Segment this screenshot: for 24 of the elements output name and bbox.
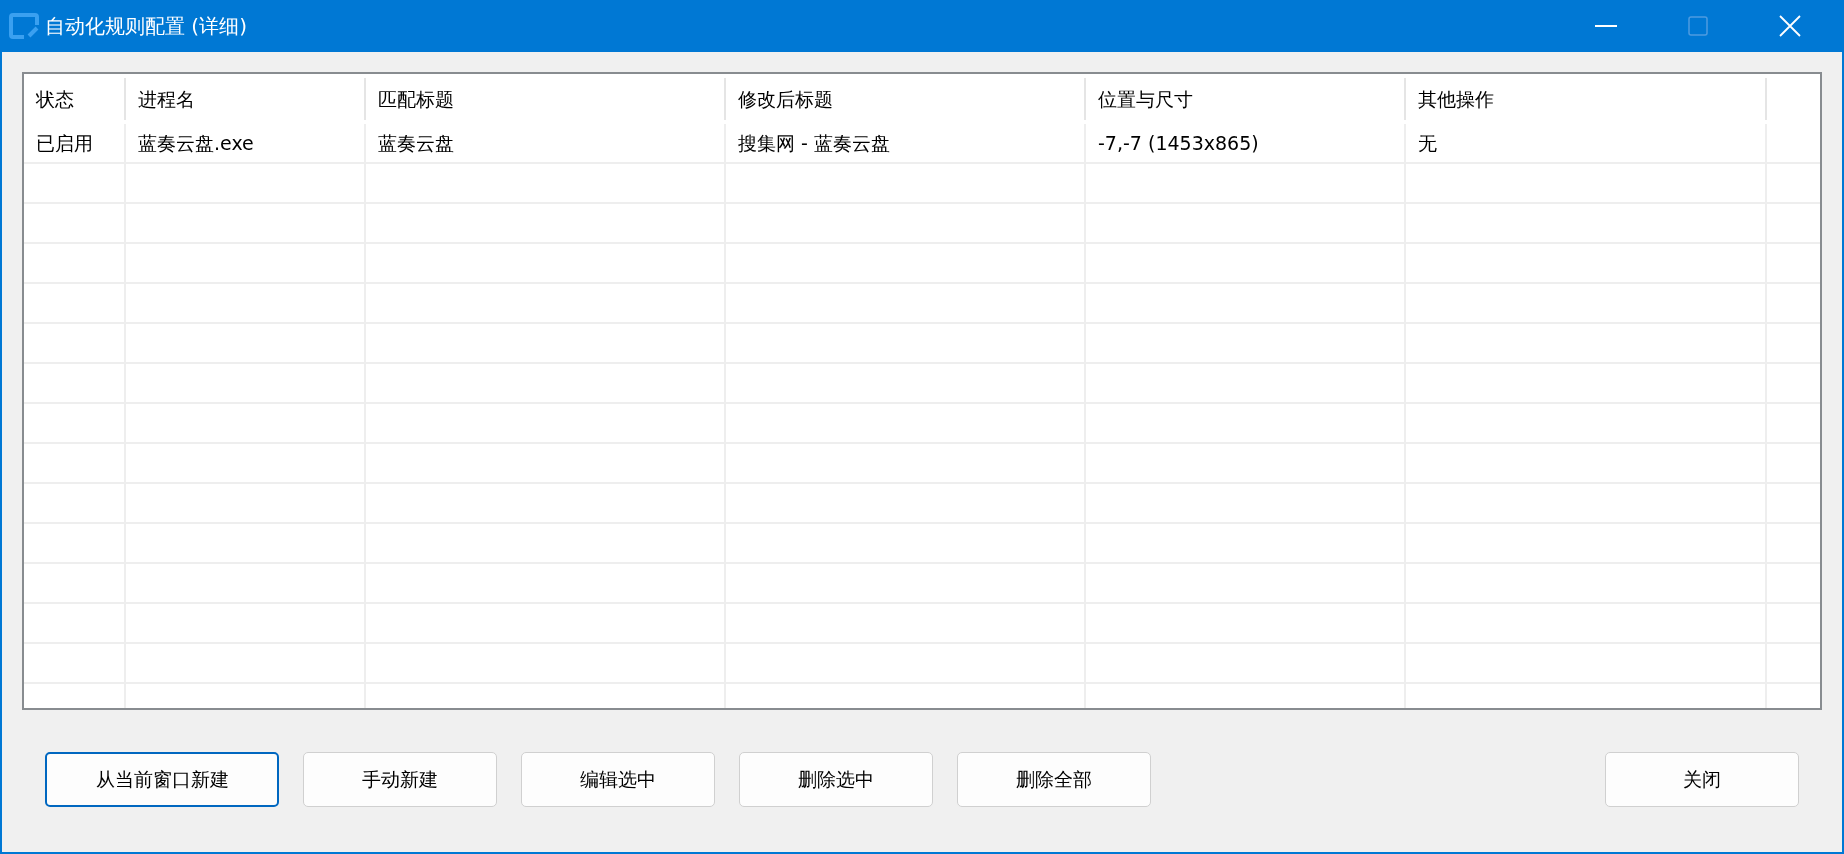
table-row[interactable]: 已启用 蓝奏云盘.exe 蓝奏云盘 搜集网 - 蓝奏云盘 -7,-7 (1453x865) 无	[24, 124, 1820, 164]
table-cell-text: 无	[1418, 130, 1437, 156]
table-cell-text: 蓝奏云盘	[378, 130, 454, 156]
column-header[interactable]: 状态	[36, 84, 74, 114]
dialog-button[interactable]: 删除全部	[957, 752, 1151, 807]
minimize-icon	[1595, 25, 1617, 27]
window-title: 自动化规则配置 (详细)	[45, 13, 247, 40]
dialog-button[interactable]: 手动新建	[303, 752, 497, 807]
close-icon	[1779, 15, 1801, 37]
table-cell-text: -7,-7 (1453x865)	[1098, 130, 1259, 156]
table-cell-text: 搜集网 - 蓝奏云盘	[738, 130, 890, 156]
table-cell-text: 已启用	[36, 130, 93, 156]
column-header[interactable]: 其他操作	[1418, 84, 1494, 114]
dialog-button[interactable]: 从当前窗口新建	[45, 752, 279, 807]
maximize-icon	[1688, 16, 1708, 36]
column-header[interactable]: 进程名	[138, 84, 195, 114]
dialog-button[interactable]: 编辑选中	[521, 752, 715, 807]
table-cell-text: 蓝奏云盘.exe	[138, 130, 254, 156]
column-header[interactable]: 匹配标题	[378, 84, 454, 114]
app-icon	[9, 12, 39, 40]
column-header[interactable]: 修改后标题	[738, 84, 833, 114]
column-header[interactable]: 位置与尺寸	[1098, 84, 1193, 114]
dialog-button[interactable]: 关闭	[1605, 752, 1799, 807]
dialog-button[interactable]: 删除选中	[739, 752, 933, 807]
